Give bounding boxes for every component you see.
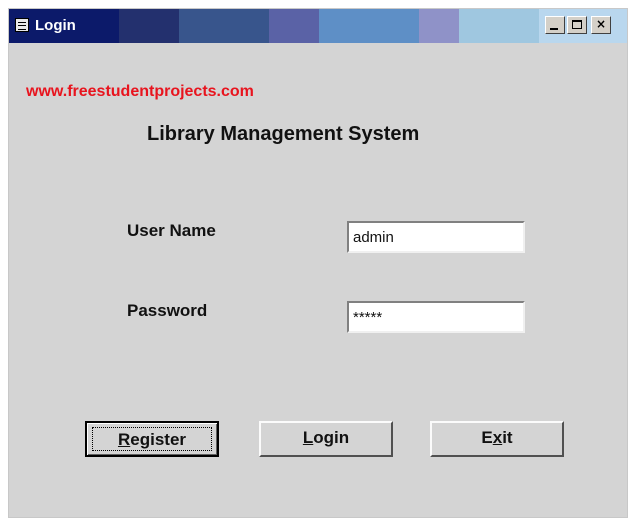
website-link[interactable]: www.freestudentprojects.com: [26, 83, 254, 101]
exit-label-end: it: [502, 428, 513, 447]
register-button-focus: Register: [92, 427, 212, 451]
login-label: ogin: [313, 428, 350, 447]
login-window: Login × www.freestudentprojects.com Libr…: [8, 8, 628, 518]
minimize-icon: [550, 28, 558, 30]
username-label: User Name: [127, 221, 216, 240]
exit-label-start: E: [481, 428, 493, 447]
password-field[interactable]: [347, 301, 525, 333]
minimize-button[interactable]: [545, 16, 565, 34]
window-icon[interactable]: [15, 18, 29, 32]
exit-mnemonic: x: [492, 428, 503, 447]
close-icon: ×: [595, 17, 607, 31]
window-title: Login: [35, 17, 76, 34]
exit-button[interactable]: Exit: [430, 421, 564, 457]
title-bar[interactable]: Login ×: [9, 9, 627, 43]
register-button[interactable]: Register: [85, 421, 219, 457]
maximize-icon: [572, 20, 582, 29]
page-title: Library Management System: [147, 123, 420, 145]
register-label: egister: [130, 430, 187, 449]
close-button[interactable]: ×: [591, 16, 611, 34]
maximize-button[interactable]: [567, 16, 587, 34]
login-mnemonic: L: [302, 428, 314, 447]
login-button[interactable]: Login: [259, 421, 393, 457]
username-field[interactable]: [347, 221, 525, 253]
register-mnemonic: R: [117, 430, 131, 449]
password-label: Password: [127, 301, 208, 320]
